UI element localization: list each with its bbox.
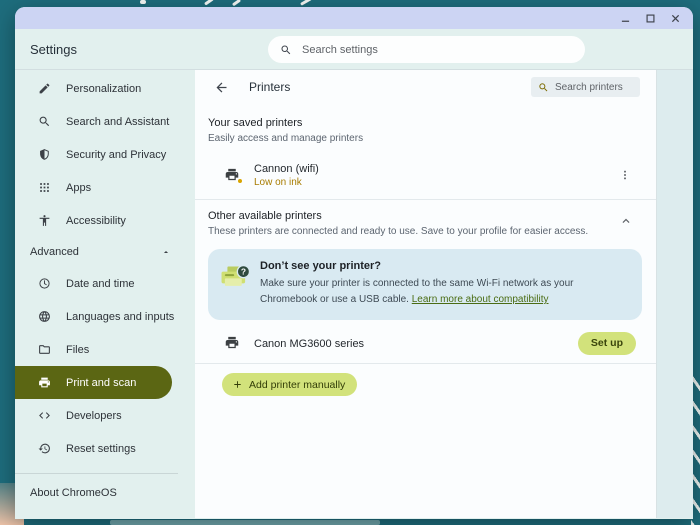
sidebar-item-label: Search and Assistant	[66, 115, 170, 128]
set-up-button[interactable]: Set up	[577, 331, 636, 355]
sidebar-item-label: Print and scan	[66, 376, 137, 389]
search-icon	[38, 115, 52, 129]
search-icon	[281, 45, 291, 54]
sidebar-item-print-and-scan[interactable]: Print and scan	[15, 366, 172, 399]
globe-icon	[38, 310, 52, 324]
restore-icon	[38, 442, 52, 456]
sidebar-item-accessibility[interactable]: Accessibility	[15, 204, 195, 237]
sidebar-item-label: Personalization	[66, 82, 142, 95]
about-label: About ChromeOS	[30, 487, 117, 499]
printers-page-header: Printers	[195, 70, 656, 104]
printer-status: Low on ink	[254, 176, 302, 188]
sidebar-item-languages-and-inputs[interactable]: Languages and inputs	[15, 300, 195, 333]
printers-search-input[interactable]	[555, 81, 633, 93]
settings-sidebar: Personalization Search and Assistant Sec…	[15, 70, 195, 518]
caret-up-icon	[163, 250, 169, 254]
printer-icon	[224, 335, 242, 351]
page-background-strip	[657, 70, 693, 518]
sidebar-advanced-toggle[interactable]: Advanced	[15, 237, 195, 267]
sidebar-item-label: Files	[66, 343, 90, 356]
available-printers-section-header: Other available printers These printers …	[195, 200, 656, 237]
settings-search-bar[interactable]	[268, 36, 585, 63]
saved-printer-row: Cannon (wifi) Low on ink	[195, 151, 656, 199]
printer-help-box: ? Don’t see your printer? Make sure your…	[208, 249, 642, 320]
printer-icon	[224, 167, 243, 184]
printer-name: Canon MG3600 series	[254, 338, 365, 350]
sidebar-item-label: Reset settings	[66, 442, 136, 455]
sidebar-item-search-and-assistant[interactable]: Search and Assistant	[15, 105, 195, 138]
app-title: Settings	[30, 41, 77, 57]
shield-icon	[38, 148, 52, 162]
help-box-heading: Don’t see your printer?	[260, 260, 382, 272]
sidebar-item-label: Date and time	[66, 277, 135, 290]
printer-icon	[38, 376, 52, 390]
sidebar-item-label: Developers	[66, 409, 122, 422]
printer-name: Cannon (wifi)	[254, 162, 319, 175]
plus-icon	[234, 381, 241, 388]
settings-search-input[interactable]	[302, 43, 573, 56]
wallpaper-mark	[204, 0, 214, 6]
sidebar-item-label: Languages and inputs	[66, 310, 175, 323]
back-button[interactable]	[214, 79, 230, 95]
sidebar-item-label: Accessibility	[66, 214, 126, 227]
saved-printers-heading: Your saved printers	[208, 117, 303, 129]
settings-window: Settings Personalization Search and Assi…	[15, 7, 693, 519]
help-box-body: Make sure your printer is connected to t…	[260, 276, 630, 308]
add-printer-manually-button[interactable]: Add printer manually	[222, 373, 358, 396]
accessibility-icon	[38, 214, 52, 228]
sidebar-item-apps[interactable]: Apps	[15, 171, 195, 204]
printers-page: Printers Your saved printers Easily acce…	[195, 70, 657, 518]
clock-icon	[38, 277, 52, 291]
sidebar-item-label: Apps	[66, 181, 92, 194]
sidebar-item-developers[interactable]: Developers	[15, 399, 195, 432]
wallpaper-mark	[140, 0, 146, 4]
section-divider	[195, 363, 656, 364]
page-title: Printers	[249, 80, 291, 94]
settings-header: Settings	[15, 29, 693, 70]
search-icon	[539, 82, 548, 91]
wallpaper-mark	[231, 0, 242, 7]
wallpaper-mark	[300, 0, 312, 6]
saved-printers-subheading: Easily access and manage printers	[208, 133, 364, 144]
kebab-icon	[624, 170, 626, 180]
low-ink-dot	[237, 178, 243, 184]
printers-search-bar[interactable]	[531, 77, 640, 97]
wallpaper-mark	[110, 520, 380, 525]
back-arrow-icon	[216, 82, 227, 92]
available-printer-row: Canon MG3600 series Set up	[195, 323, 656, 363]
sidebar-item-label: Security and Privacy	[66, 148, 167, 161]
saved-printers-section-header: Your saved printers Easily access and ma…	[195, 104, 656, 144]
compatibility-link[interactable]: Learn more about compatibility	[412, 294, 549, 305]
svg-text:?: ?	[241, 267, 246, 277]
folder-icon	[38, 343, 52, 357]
sidebar-item-files[interactable]: Files	[15, 333, 195, 366]
collapse-section-button[interactable]	[619, 214, 633, 228]
desktop-wallpaper: Settings Personalization Search and Assi…	[0, 0, 700, 525]
sidebar-item-about-chromeos[interactable]: About ChromeOS	[15, 474, 195, 512]
available-printers-subheading: These printers are connected and ready t…	[208, 226, 589, 237]
apps-grid-icon	[38, 181, 52, 195]
advanced-label: Advanced	[30, 246, 79, 258]
add-printer-label: Add printer manually	[249, 378, 346, 391]
sidebar-item-reset-settings[interactable]: Reset settings	[15, 432, 195, 465]
chevron-up-icon	[622, 218, 630, 223]
sidebar-item-security-and-privacy[interactable]: Security and Privacy	[15, 138, 195, 171]
window-titlebar	[15, 7, 693, 29]
available-printers-heading: Other available printers	[208, 210, 322, 222]
close-button[interactable]	[667, 10, 683, 26]
pencil-icon	[38, 82, 52, 96]
sidebar-item-personalization[interactable]: Personalization	[15, 72, 195, 105]
maximize-button[interactable]	[642, 10, 658, 26]
minimize-button[interactable]	[617, 10, 633, 26]
printer-question-illustration: ?	[218, 264, 252, 308]
printer-overflow-menu-button[interactable]	[617, 167, 633, 183]
sidebar-item-date-and-time[interactable]: Date and time	[15, 267, 195, 300]
code-icon	[38, 409, 52, 423]
